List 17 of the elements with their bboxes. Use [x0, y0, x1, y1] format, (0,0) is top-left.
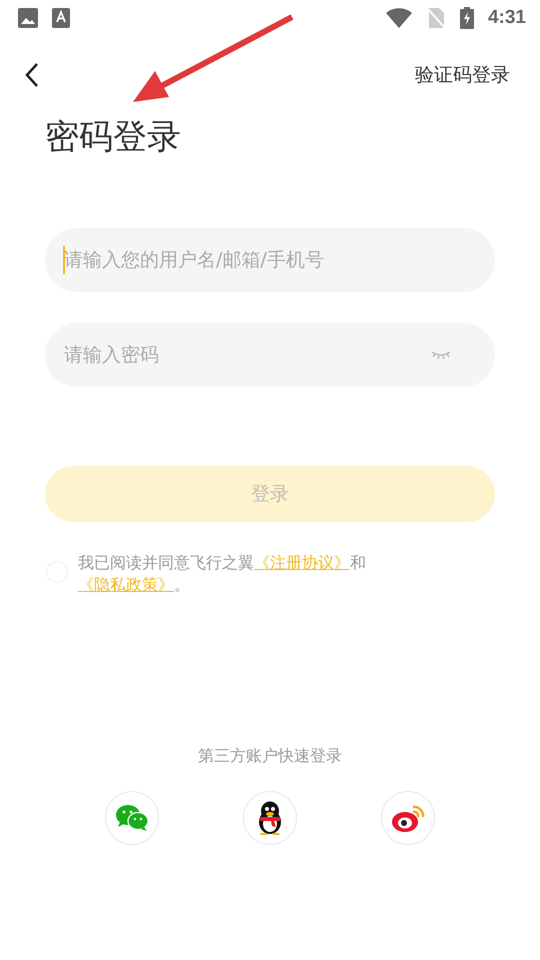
- page-title: 密码登录: [45, 116, 182, 159]
- third-party-login-label: 第三方账户快速登录: [198, 746, 342, 767]
- policy-link[interactable]: 《隐私政策》: [78, 575, 174, 594]
- image-icon: [18, 8, 38, 28]
- wifi-icon: [386, 8, 412, 28]
- policy-link[interactable]: 《注册协议》: [254, 553, 350, 572]
- eye-logo-icon: [391, 803, 425, 833]
- penguin-icon: [256, 801, 284, 835]
- agreement-text: 我已阅读并同意飞行之翼《注册协议》和 《隐私政策》。: [78, 552, 367, 596]
- chat-bubbles-icon: [115, 804, 149, 832]
- font-icon: [52, 8, 70, 28]
- back-button[interactable]: [24, 62, 40, 88]
- battery-icon: [460, 7, 474, 29]
- password-field[interactable]: 请输入密码: [45, 323, 495, 387]
- sms-login-link[interactable]: 验证码登录: [415, 62, 510, 88]
- username-field[interactable]: 请输入您的用户名/邮箱/手机号: [45, 228, 495, 292]
- status-time: 4:31: [488, 7, 526, 29]
